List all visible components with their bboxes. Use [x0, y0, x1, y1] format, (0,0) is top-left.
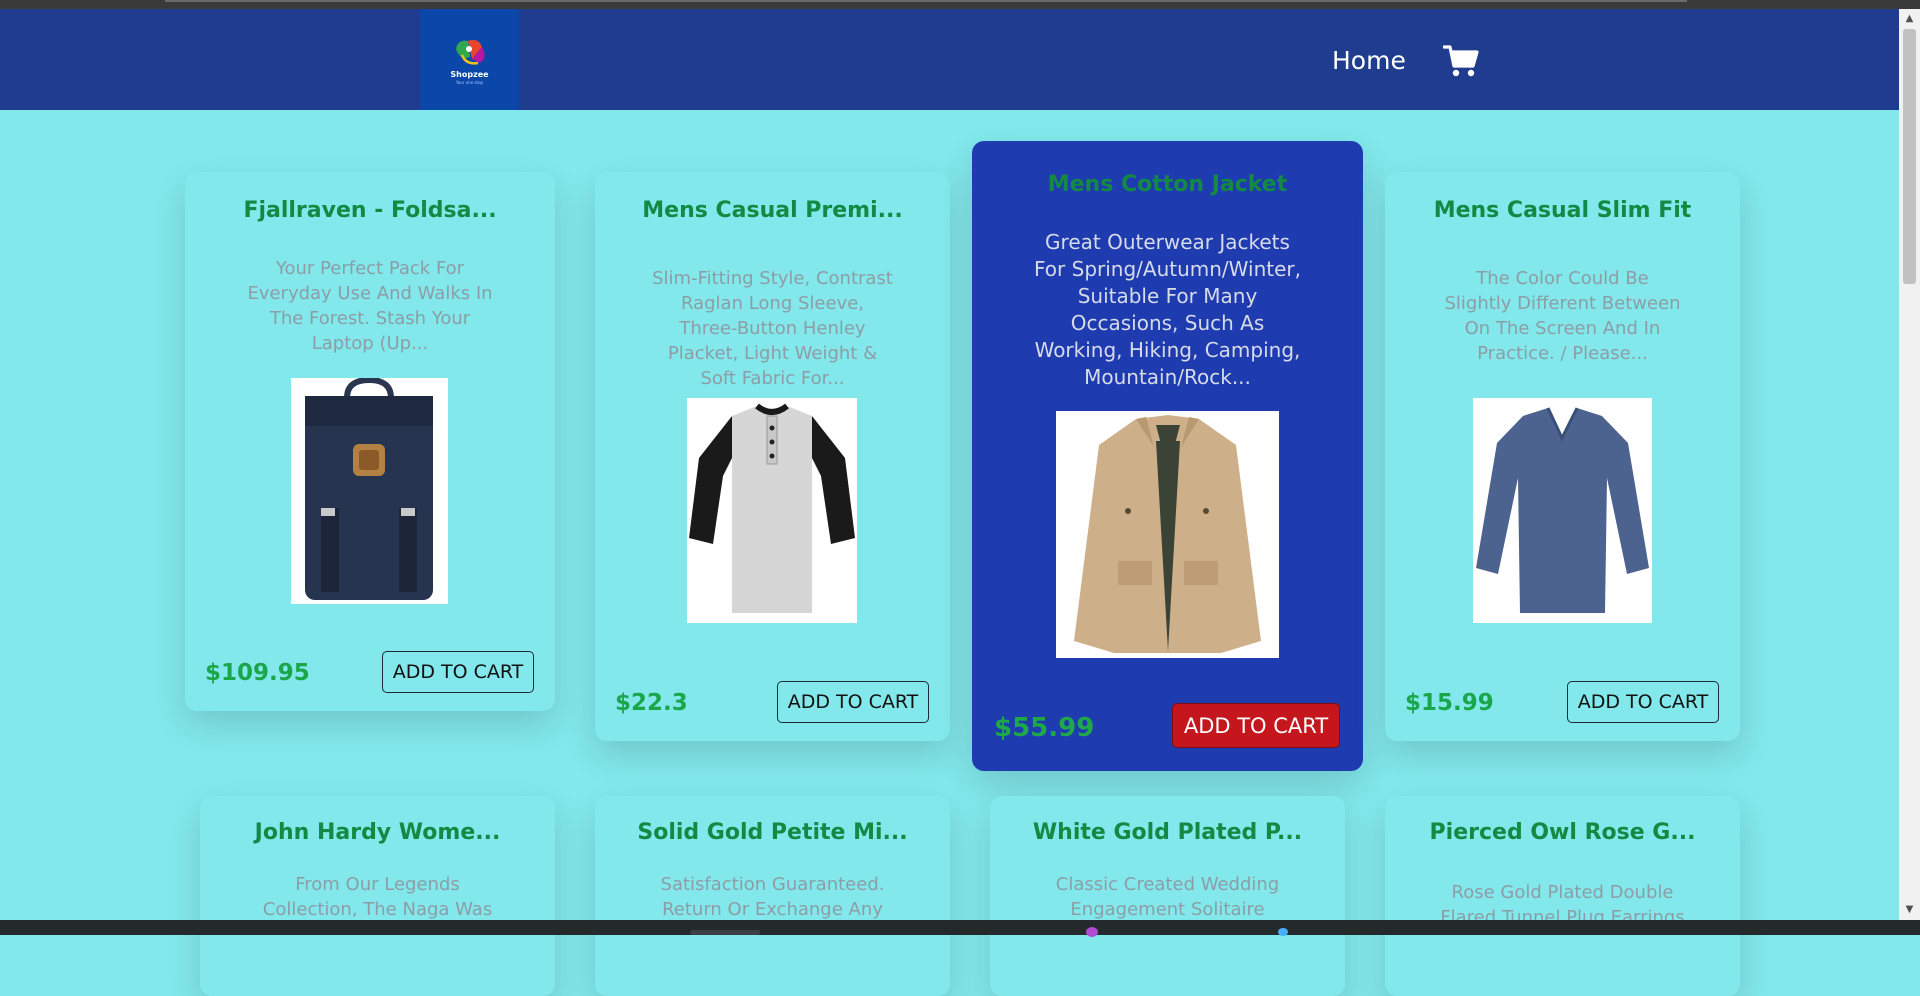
product-price: $109.95 [205, 660, 310, 686]
product-title: Pierced Owl Rose G... [1429, 820, 1696, 845]
scrollbar-thumb[interactable] [1903, 29, 1916, 284]
product-description: The Color Could Be Slightly Different Be… [1444, 268, 1681, 364]
product-card[interactable]: Pierced Owl Rose G... Rose Gold Plated D… [1385, 796, 1740, 996]
logo-icon [455, 39, 485, 65]
product-title: Mens Casual Premi... [642, 198, 903, 223]
tab-strip [165, 0, 1687, 2]
taskbar-app-icon[interactable] [1086, 927, 1098, 937]
product-title: Mens Casual Slim Fit [1433, 198, 1692, 223]
product-description: Classic Created Wedding Engagement Solit… [1055, 874, 1280, 920]
product-image-backpack [291, 378, 448, 604]
nav-home-link[interactable]: Home [1332, 46, 1406, 75]
add-to-cart-button[interactable]: ADD TO CART [777, 681, 929, 723]
product-card-highlighted[interactable]: Mens Cotton Jacket Great Outerwear Jacke… [972, 141, 1363, 771]
product-title: John Hardy Wome... [254, 820, 501, 845]
product-title: Solid Gold Petite Mi... [637, 820, 908, 845]
navbar: Shopzee Your one stop Home [0, 9, 1899, 110]
product-card[interactable]: Mens Casual Slim Fit The Color Could Be … [1385, 172, 1740, 741]
page-scrollbar[interactable]: ▲ ▼ [1899, 9, 1920, 920]
product-title: Mens Cotton Jacket [1047, 172, 1288, 197]
product-price: $15.99 [1405, 690, 1494, 716]
add-to-cart-button[interactable]: ADD TO CART [1172, 703, 1340, 748]
product-card[interactable]: Fjallraven - Foldsa... Your Perfect Pack… [185, 172, 555, 711]
product-description: Satisfaction Guaranteed. Return Or Excha… [660, 874, 885, 920]
product-image-tshirt [1473, 398, 1652, 623]
product-price: $22.3 [615, 690, 688, 716]
product-image-jacket [1056, 411, 1279, 658]
taskbar [0, 920, 1920, 937]
logo-subtext: Your one stop [455, 79, 484, 85]
product-description: Your Perfect Pack For Everyday Use And W… [247, 258, 493, 354]
product-price: $55.99 [994, 713, 1095, 743]
logo[interactable]: Shopzee Your one stop [420, 9, 519, 110]
product-card[interactable]: White Gold Plated P... Classic Created W… [990, 796, 1345, 996]
scroll-up-arrow-icon[interactable]: ▲ [1899, 11, 1920, 27]
cart-icon[interactable] [1443, 43, 1479, 79]
add-to-cart-button[interactable]: ADD TO CART [382, 651, 534, 693]
logo-text: Shopzee [450, 69, 489, 79]
add-to-cart-button[interactable]: ADD TO CART [1567, 681, 1719, 723]
window-top-strip [0, 0, 1920, 9]
product-card[interactable]: John Hardy Wome... From Our Legends Coll… [200, 796, 555, 996]
product-title: Fjallraven - Foldsa... [243, 198, 497, 223]
product-card[interactable]: Mens Casual Premi... Slim-Fitting Style,… [595, 172, 950, 741]
product-description: Slim-Fitting Style, Contrast Raglan Long… [652, 268, 893, 389]
product-image-raglan-shirt [687, 398, 857, 623]
scroll-down-arrow-icon[interactable]: ▼ [1899, 902, 1920, 918]
product-description: Great Outerwear Jackets For Spring/Autum… [1034, 230, 1301, 389]
product-title: White Gold Plated P... [1032, 820, 1303, 845]
product-card[interactable]: Solid Gold Petite Mi... Satisfaction Gua… [595, 796, 950, 996]
taskbar-item[interactable] [690, 930, 760, 935]
product-description: From Our Legends Collection, The Naga Wa… [262, 874, 493, 920]
